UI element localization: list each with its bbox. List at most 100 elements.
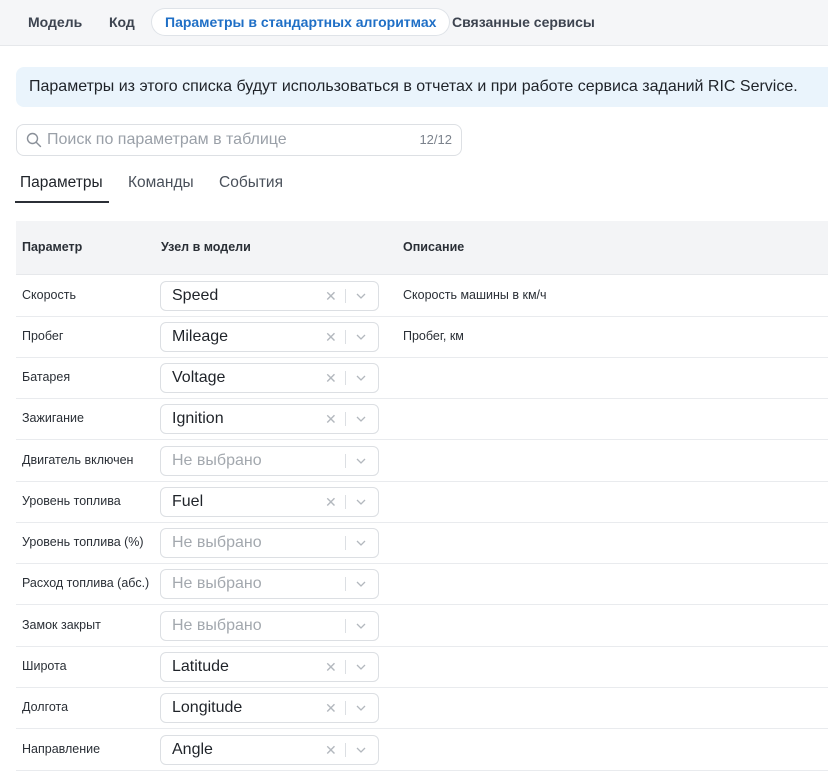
param-name: Широта (22, 659, 67, 673)
search-input[interactable]: Поиск по параметрам в таблице 12/12 (16, 124, 462, 156)
param-description: Пробег, км (403, 329, 464, 343)
select-divider (345, 701, 346, 715)
search-icon (26, 132, 42, 148)
node-select-value: Не выбрано (172, 452, 262, 469)
param-name: Пробег (22, 329, 64, 343)
node-select-value: Longitude (172, 699, 243, 716)
node-select-value: Не выбрано (172, 575, 262, 592)
top-nav: Модель Код Параметры в стандартных алгор… (0, 0, 828, 46)
node-select[interactable]: Mileage ✕ (160, 322, 379, 352)
close-icon[interactable]: ✕ (325, 364, 337, 392)
param-name: Зажигание (22, 411, 84, 425)
chevron-down-icon[interactable] (356, 704, 366, 712)
close-icon[interactable]: ✕ (325, 282, 337, 310)
tab-standard-params[interactable]: Параметры в стандартных алгоритмах (152, 9, 450, 35)
node-select-value: Ignition (172, 410, 224, 427)
subtab-parameters[interactable]: Параметры (20, 174, 103, 204)
chevron-down-icon[interactable] (356, 746, 366, 754)
chevron-down-icon[interactable] (356, 415, 366, 423)
table-header: Параметр Узел в модели Описание (16, 221, 828, 275)
chevron-down-icon[interactable] (356, 498, 366, 506)
tab-code[interactable]: Код (96, 9, 148, 35)
select-divider (345, 454, 346, 468)
select-divider (345, 371, 346, 385)
param-description: Скорость машины в км/ч (403, 288, 547, 302)
chevron-down-icon[interactable] (356, 457, 366, 465)
node-select-value: Fuel (172, 493, 204, 510)
subtab-events[interactable]: События (219, 174, 283, 204)
close-icon[interactable]: ✕ (325, 736, 337, 764)
close-icon[interactable]: ✕ (325, 405, 337, 433)
tab-related-services[interactable]: Связанные сервисы (439, 9, 608, 35)
param-name: Направление (22, 742, 101, 756)
chevron-down-icon[interactable] (356, 622, 366, 630)
header-node: Узел в модели (161, 240, 251, 254)
node-select-value: Voltage (172, 369, 226, 386)
node-select[interactable]: Не выбрано (160, 569, 379, 599)
param-name: Батарея (22, 370, 71, 384)
node-select[interactable]: Не выбрано (160, 446, 379, 476)
node-select[interactable]: Не выбрано (160, 528, 379, 558)
info-banner: Параметры из этого списка будут использо… (16, 67, 828, 107)
node-select[interactable]: Angle ✕ (160, 735, 379, 765)
select-divider (345, 743, 346, 757)
select-divider (345, 660, 346, 674)
table-row: Уровень топлива (%) Не выбрано (16, 522, 828, 564)
search-counter: 12/12 (419, 132, 452, 147)
select-divider (345, 619, 346, 633)
param-name: Уровень топлива (%) (22, 535, 144, 549)
chevron-down-icon[interactable] (356, 539, 366, 547)
node-select-value: Не выбрано (172, 617, 262, 634)
table-row: Пробег Mileage ✕ Пробег, км (16, 316, 828, 358)
select-divider (345, 289, 346, 303)
close-icon[interactable]: ✕ (325, 694, 337, 722)
table-row: Уровень топлива Fuel ✕ (16, 481, 828, 523)
node-select[interactable]: Fuel ✕ (160, 487, 379, 517)
table-row: Направление Angle ✕ (16, 729, 828, 771)
table-row: Замок закрыт Не выбрано (16, 605, 828, 647)
param-name: Долгота (22, 700, 69, 714)
tab-model[interactable]: Модель (15, 9, 95, 35)
node-select[interactable]: Longitude ✕ (160, 693, 379, 723)
chevron-down-icon[interactable] (356, 374, 366, 382)
table-row: Батарея Voltage ✕ (16, 357, 828, 399)
node-select[interactable]: Speed ✕ (160, 281, 379, 311)
node-select-value: Mileage (172, 328, 229, 345)
search-placeholder: Поиск по параметрам в таблице (47, 131, 287, 148)
param-name: Расход топлива (абс.) (22, 576, 150, 590)
table-row: Двигатель включен Не выбрано (16, 440, 828, 482)
param-name: Двигатель включен (22, 453, 134, 467)
table-row: Зажигание Ignition ✕ (16, 398, 828, 440)
node-select[interactable]: Voltage ✕ (160, 363, 379, 393)
close-icon[interactable]: ✕ (325, 323, 337, 351)
close-icon[interactable]: ✕ (325, 488, 337, 516)
param-name: Замок закрыт (22, 618, 101, 632)
param-name: Скорость (22, 288, 76, 302)
node-select-value: Latitude (172, 658, 229, 675)
select-divider (345, 577, 346, 591)
node-select-value: Angle (172, 741, 213, 758)
node-select-value: Не выбрано (172, 534, 262, 551)
param-name: Уровень топлива (22, 494, 121, 508)
select-divider (345, 330, 346, 344)
table-row: Долгота Longitude ✕ (16, 687, 828, 729)
table-row: Широта Latitude ✕ (16, 646, 828, 688)
chevron-down-icon[interactable] (356, 333, 366, 341)
select-divider (345, 495, 346, 509)
node-select[interactable]: Latitude ✕ (160, 652, 379, 682)
header-param: Параметр (22, 240, 83, 254)
chevron-down-icon[interactable] (356, 292, 366, 300)
node-select[interactable]: Ignition ✕ (160, 404, 379, 434)
node-select[interactable]: Не выбрано (160, 611, 379, 641)
close-icon[interactable]: ✕ (325, 653, 337, 681)
node-select-value: Speed (172, 287, 219, 304)
table-row: Скорость Speed ✕ Скорость машины в км/ч (16, 275, 828, 317)
header-description: Описание (403, 240, 465, 254)
chevron-down-icon[interactable] (356, 663, 366, 671)
select-divider (345, 536, 346, 550)
subtab-commands[interactable]: Команды (128, 174, 194, 204)
select-divider (345, 412, 346, 426)
chevron-down-icon[interactable] (356, 580, 366, 588)
table-row: Расход топлива (абс.) Не выбрано (16, 563, 828, 605)
active-tab-indicator (15, 201, 109, 203)
